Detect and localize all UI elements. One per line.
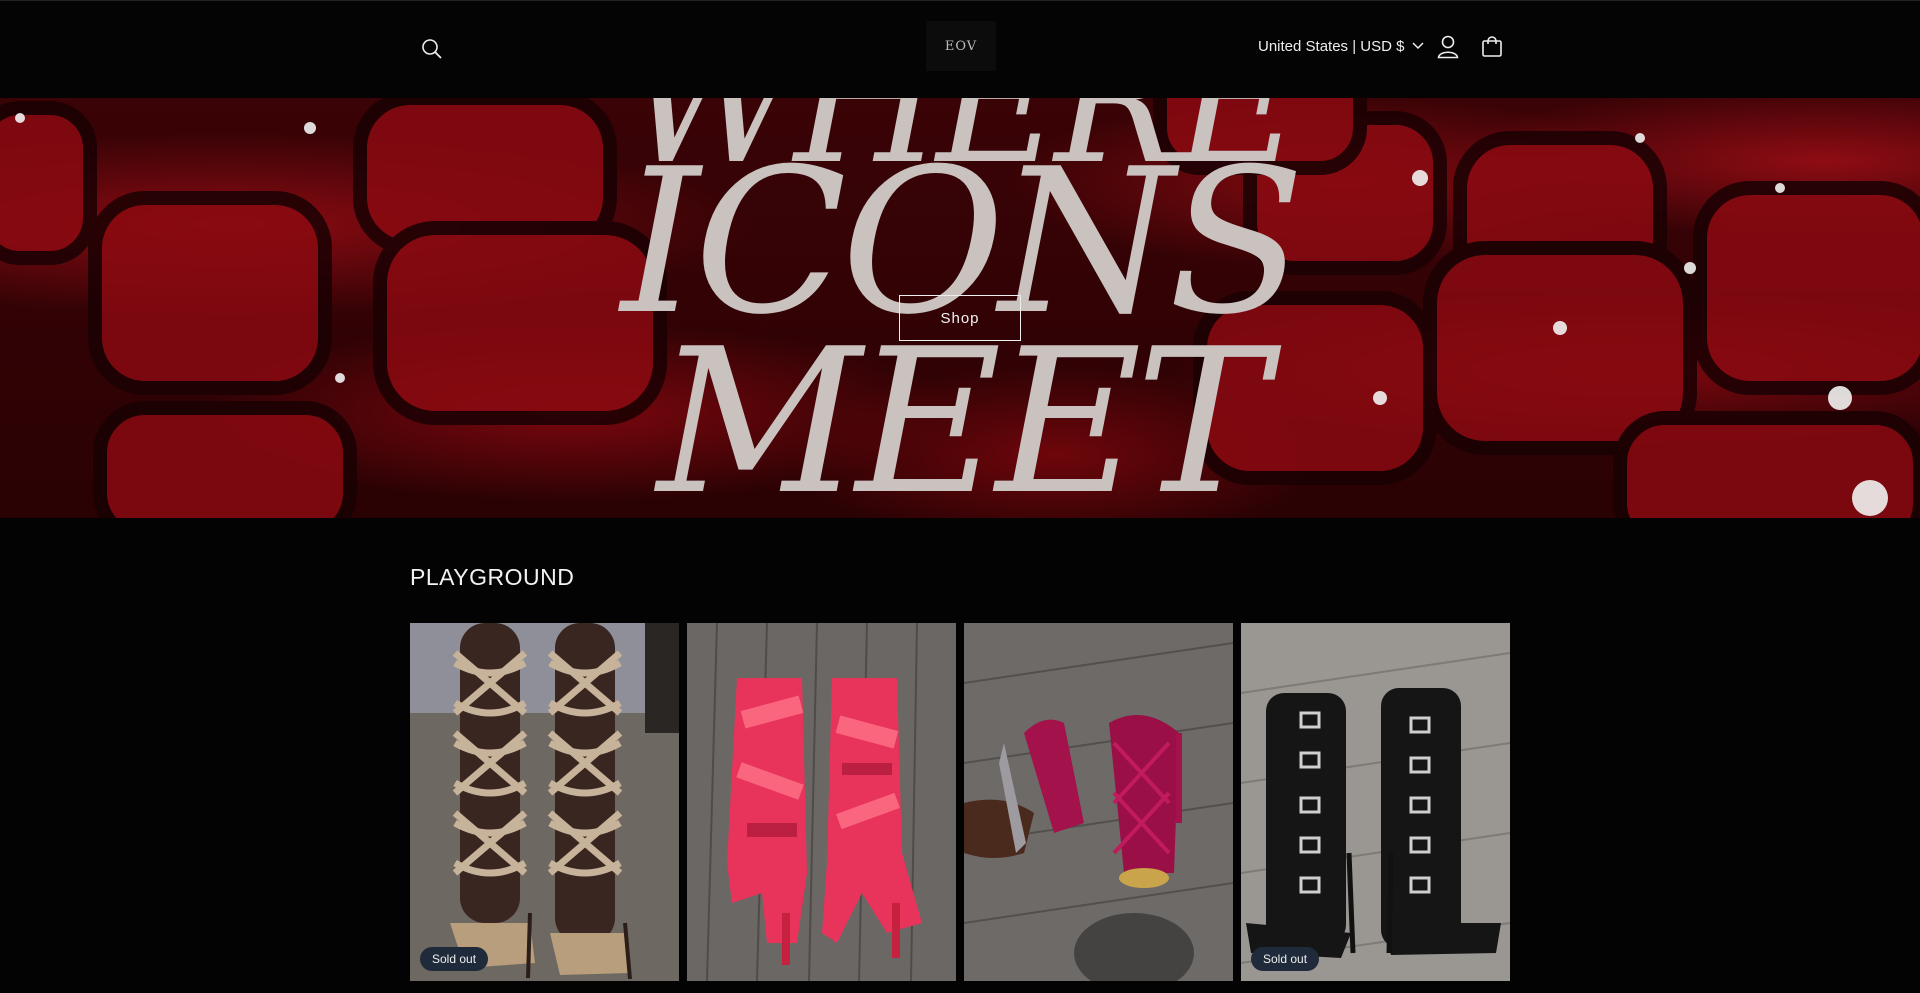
product-card[interactable] bbox=[964, 623, 1233, 981]
shop-button[interactable]: Shop bbox=[899, 295, 1021, 341]
product-card[interactable]: Sold out bbox=[410, 623, 679, 981]
product-image-black-buckle-heels bbox=[1241, 623, 1510, 981]
account-button[interactable] bbox=[1430, 29, 1466, 65]
store-logo[interactable]: EOV bbox=[926, 21, 996, 71]
site-header: EOV United States | USD $ bbox=[0, 0, 1920, 98]
product-image-rope-heels bbox=[410, 623, 679, 981]
country-selector[interactable]: United States | USD $ bbox=[1258, 31, 1424, 61]
collection-title: PLAYGROUND bbox=[410, 564, 575, 590]
search-icon bbox=[422, 39, 442, 59]
product-image-magenta-heels bbox=[964, 623, 1233, 981]
account-icon bbox=[1437, 35, 1459, 59]
product-card[interactable] bbox=[687, 623, 956, 981]
sold-out-badge: Sold out bbox=[1251, 947, 1320, 971]
product-card[interactable]: Sold out bbox=[1241, 623, 1510, 981]
product-image-pink-boots bbox=[687, 623, 956, 981]
cart-button[interactable] bbox=[1474, 29, 1510, 65]
product-grid: Sold out Sold out bbox=[410, 623, 1510, 981]
hero-banner: WHERE ICONS MEET Shop bbox=[0, 98, 1920, 518]
hero-headline-line3: MEET bbox=[656, 306, 1269, 519]
sold-out-badge: Sold out bbox=[420, 947, 489, 971]
country-label: United States | USD $ bbox=[1258, 37, 1405, 55]
cart-icon bbox=[1482, 36, 1502, 57]
chevron-down-icon bbox=[1412, 42, 1424, 50]
search-button[interactable] bbox=[414, 31, 450, 67]
